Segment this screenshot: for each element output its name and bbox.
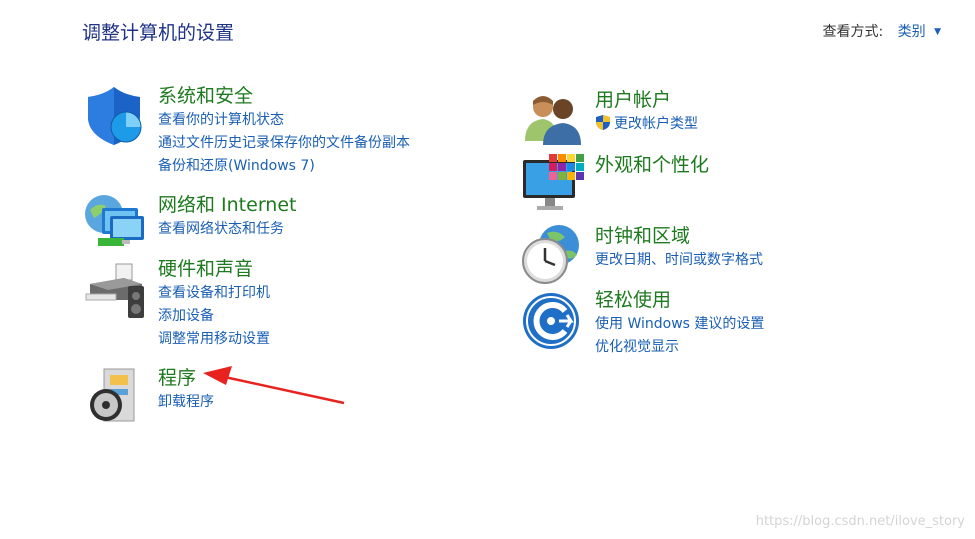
watermark: https://blog.csdn.net/ilove_story — [755, 514, 965, 529]
annotation-arrow — [203, 366, 345, 405]
